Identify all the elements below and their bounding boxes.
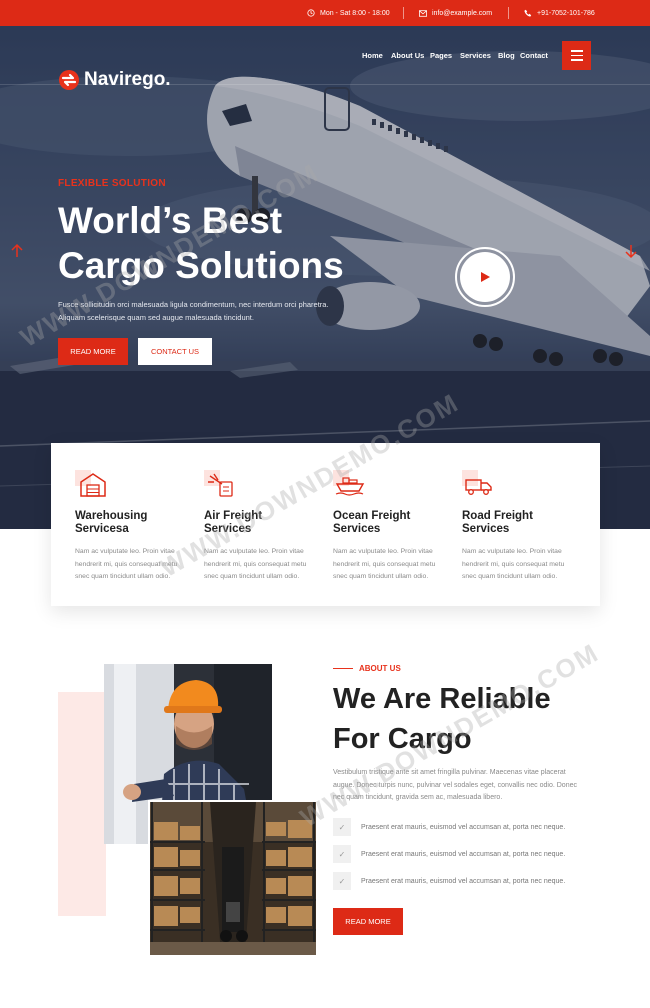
top-contact-bar: Mon - Sat 8:00 - 18:00 info@example.com … xyxy=(0,0,650,26)
nav-pages[interactable]: Pages xyxy=(430,51,452,60)
hero-title-line-1: World’s Best xyxy=(58,200,283,241)
checkmark-icon: ✓ xyxy=(333,818,351,836)
service-title: Road Freight Services xyxy=(462,510,582,536)
hero-description: Fusce sollicitudin orci malesuada ligula… xyxy=(58,298,358,324)
divider xyxy=(508,7,509,19)
check-text: Praesent erat mauris, euismod vel accums… xyxy=(361,877,566,885)
service-description: Nam ac vulputate leo. Proin vitae hendre… xyxy=(333,546,451,584)
service-title: Air Freight Services xyxy=(204,510,324,536)
phone-info[interactable]: +91-7052-101-786 xyxy=(524,0,595,26)
hero-kicker: FLEXIBLE SOLUTION xyxy=(58,178,166,189)
desc-line: hendrerit mi, quis consequat metu xyxy=(462,560,565,568)
services-card: Warehousing Servicesa Nam ac vulputate l… xyxy=(51,443,600,606)
play-button-inner xyxy=(460,252,510,302)
desc-line: hendrerit mi, quis consequat metu xyxy=(204,560,307,568)
contact-us-button[interactable]: CONTACT US xyxy=(138,338,212,365)
check-item: ✓ Praesent erat mauris, euismod vel accu… xyxy=(333,845,565,863)
phone-text[interactable]: +91-7052-101-786 xyxy=(537,10,595,17)
about-read-more-button[interactable]: READ MORE xyxy=(333,908,403,935)
check-text: Praesent erat mauris, euismod vel accums… xyxy=(361,850,566,858)
about-desc-line: Vestibulum tristique ante sit amet fring… xyxy=(333,769,566,776)
about-kicker: ABOUT US xyxy=(333,664,401,673)
menu-line xyxy=(570,50,583,52)
about-title-line-2: For Cargo xyxy=(333,723,472,755)
service-title-line-1: Ocean Freight xyxy=(333,510,411,522)
arrow-up-icon[interactable] xyxy=(9,243,25,259)
about-title: We Are Reliable For Cargo xyxy=(333,679,551,759)
mail-icon xyxy=(419,9,427,17)
service-description: Nam ac vulputate leo. Proin vitae hendre… xyxy=(462,546,580,584)
desc-line: snec quam tincidunt ullam odio. xyxy=(204,573,300,580)
service-title-line-1: Air Freight xyxy=(204,510,263,522)
hours-info: Mon - Sat 8:00 - 18:00 xyxy=(307,0,390,26)
desc-line: snec quam tincidunt ullam odio. xyxy=(462,573,558,580)
hero-desc-line-2: Aliquam scelerisque quam sed augue males… xyxy=(58,313,254,322)
check-item: ✓ Praesent erat mauris, euismod vel accu… xyxy=(333,818,565,836)
ship-icon xyxy=(333,470,365,496)
about-title-line-1: We Are Reliable xyxy=(333,683,551,715)
service-title-line-1: Warehousing xyxy=(75,510,148,522)
service-title-line-2: Services xyxy=(462,523,510,535)
service-title-line-2: Services xyxy=(204,523,252,535)
desc-line: Nam ac vulputate leo. Proin vitae xyxy=(462,548,562,555)
menu-line xyxy=(570,54,583,57)
service-title-line-2: Services xyxy=(333,523,381,535)
checkmark-icon: ✓ xyxy=(333,845,351,863)
nav-contact[interactable]: Contact xyxy=(520,51,548,60)
email-info[interactable]: info@example.com xyxy=(419,0,492,26)
warehouse-image xyxy=(150,802,316,955)
play-icon xyxy=(481,272,490,282)
arrow-down-icon[interactable] xyxy=(623,243,639,259)
hamburger-menu-button[interactable] xyxy=(562,41,591,70)
about-desc-line: nec quam tincidunt, gravida sem ac, male… xyxy=(333,794,503,801)
hero-title-line-2: Cargo Solutions xyxy=(58,245,344,286)
warehouse-icon xyxy=(75,470,106,497)
phone-icon xyxy=(524,9,532,17)
service-title-line-1: Road Freight xyxy=(462,510,533,522)
service-title: Warehousing Servicesa xyxy=(75,510,195,536)
service-title: Ocean Freight Services xyxy=(333,510,453,536)
desc-line: snec quam tincidunt ullam odio. xyxy=(333,573,429,580)
hours-text: Mon - Sat 8:00 - 18:00 xyxy=(320,9,390,17)
service-title-line-2: Servicesa xyxy=(75,523,129,535)
desc-line: Nam ac vulputate leo. Proin vitae xyxy=(333,548,433,555)
hero-desc-line-1: Fusce sollicitudin orci malesuada ligula… xyxy=(58,300,329,309)
check-item: ✓ Praesent erat mauris, euismod vel accu… xyxy=(333,872,565,890)
check-text: Praesent erat mauris, euismod vel accums… xyxy=(361,823,566,831)
decorative-pink-block xyxy=(58,692,106,916)
brand-logo[interactable]: Navirego. xyxy=(58,69,171,91)
logo-icon xyxy=(59,70,79,90)
kicker-line xyxy=(333,668,353,669)
truck-icon xyxy=(462,470,492,495)
nav-home[interactable]: Home xyxy=(362,51,383,60)
menu-line xyxy=(570,59,583,61)
nav-services[interactable]: Services xyxy=(460,51,491,60)
service-description: Nam ac vulputate leo. Proin vitae hendre… xyxy=(204,546,322,584)
nav-about-us[interactable]: About Us xyxy=(391,51,424,60)
hero-title: World’s Best Cargo Solutions xyxy=(58,198,344,288)
nav-blog[interactable]: Blog xyxy=(498,51,515,60)
desc-line: snec quam tincidunt ullam odio. xyxy=(75,573,171,580)
service-description: Nam ac vulputate leo. Proin vitae hendre… xyxy=(75,546,193,584)
desc-line: hendrerit mi, quis consequat metu xyxy=(333,560,436,568)
desc-line: hendrerit mi, quis consequat metu xyxy=(75,560,178,568)
checkmark-icon: ✓ xyxy=(333,872,351,890)
email-text[interactable]: info@example.com xyxy=(432,10,492,17)
desc-line: Nam ac vulputate leo. Proin vitae xyxy=(204,548,304,555)
brand-name: Navirego. xyxy=(84,69,171,90)
about-description: Vestibulum tristique ante sit amet fring… xyxy=(333,767,588,805)
desc-line: Nam ac vulputate leo. Proin vitae xyxy=(75,548,175,555)
play-video-button[interactable] xyxy=(455,247,515,307)
about-kicker-text: ABOUT US xyxy=(359,664,401,673)
air-freight-icon xyxy=(204,470,233,497)
about-desc-line: augue. Donec turpis nunc, pulvinar vel s… xyxy=(333,781,577,789)
divider xyxy=(403,7,404,19)
read-more-button[interactable]: READ MORE xyxy=(58,338,128,365)
warehouse-photo xyxy=(148,800,318,957)
clock-icon xyxy=(307,9,315,17)
